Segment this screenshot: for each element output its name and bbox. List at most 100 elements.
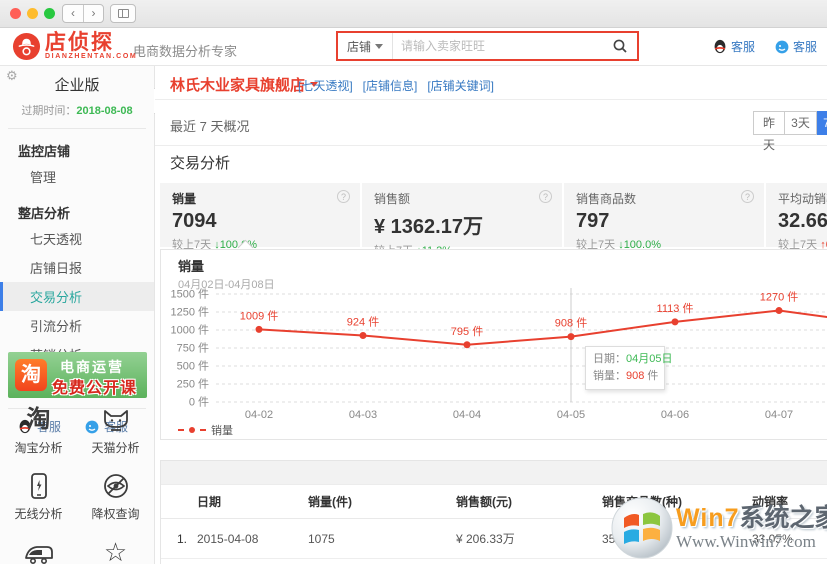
help-icon[interactable]: ? — [741, 190, 754, 203]
minimize-window-button[interactable] — [27, 8, 38, 19]
banner-line2: 免费公开课 — [52, 374, 137, 398]
link-seven-day[interactable]: [七天透视] — [298, 77, 353, 94]
stat-card-product-count[interactable]: 销售商品数 797 较上7天 ↓100.0% ? — [564, 183, 764, 247]
support-label: 客服 — [731, 38, 755, 55]
sidebar: ⚙ 企业版 过期时间：2018-08-08 监控店铺 管理 整店分析 七天透视 … — [0, 66, 155, 564]
zoom-window-button[interactable] — [44, 8, 55, 19]
sales-chart-card: 销量 04月02日-04月08日 1500 件1250 件1000 件750 件… — [160, 249, 827, 440]
tool-label: 无线分析 — [14, 505, 62, 522]
back-button[interactable]: ‹ — [63, 5, 83, 22]
x-axis-tick: 04-07 — [765, 409, 793, 421]
logo-domain: DIANZHENTAN.COM — [45, 53, 137, 60]
search-input[interactable] — [393, 33, 603, 59]
data-point[interactable] — [568, 333, 575, 340]
tool-zhitongche-promotion[interactable]: 直通车推广 — [0, 536, 77, 564]
sidebar-item-transaction-analysis[interactable]: 交易分析 — [0, 282, 154, 311]
stat-label: 销售商品数 — [576, 190, 752, 207]
tool-wireless-analysis[interactable]: 无线分析 — [0, 470, 77, 522]
chevron-down-icon — [375, 44, 383, 49]
close-window-button[interactable] — [10, 8, 21, 19]
stat-label: 平均动销率 — [778, 190, 827, 207]
legend-dot-icon — [189, 427, 195, 433]
y-axis-tick: 250 件 — [177, 378, 209, 391]
watermark: Win7系统之家 Www.Winwin7.com — [610, 496, 827, 560]
sidebar-section-monitor: 监控店铺 — [0, 129, 154, 162]
range-yesterday-button[interactable]: 昨天 — [753, 111, 785, 135]
sidebar-toggle-button[interactable] — [110, 4, 136, 23]
col-date: 日期 — [197, 493, 308, 510]
logo-title: 店侦探 — [45, 33, 137, 53]
tool-shop-dsr[interactable]: ☆ 店铺DSR — [77, 536, 154, 564]
sidebar-section-analysis: 整店分析 — [0, 191, 154, 224]
table-toolbar — [161, 461, 827, 485]
range-3day-button[interactable]: 3天 — [785, 111, 817, 135]
y-axis-tick: 750 件 — [177, 342, 209, 355]
stat-card-sales-amount[interactable]: 销售额 ¥ 1362.17万 较上7天 ↓11.2% ? — [362, 183, 562, 247]
qq-support-link[interactable]: 客服 — [713, 38, 755, 55]
data-point[interactable] — [672, 318, 679, 325]
data-point[interactable] — [464, 341, 471, 348]
legend-marker — [200, 429, 206, 431]
app-window: ‹› 店侦探 DIANZHENTAN.COM 电商数据分析专家 店铺 — [0, 0, 827, 564]
sales-line-chart[interactable]: 1500 件1250 件1000 件750 件500 件250 件0 件1009… — [161, 250, 827, 422]
search-bar: 店铺 — [336, 31, 639, 61]
taobao-icon: 淘 — [27, 404, 51, 434]
search-button[interactable] — [603, 33, 637, 59]
shop-header-bar: 林氏木业家具旗舰店 [七天透视] [店铺信息] [店铺关键词] 所有数据来自 — [155, 66, 827, 100]
tool-taobao-analysis[interactable]: 淘 淘宝分析 — [0, 404, 77, 456]
sidebar-item-daily-report[interactable]: 店铺日报 — [0, 253, 154, 282]
legend-marker — [178, 429, 184, 431]
col-amount: 销售额(元) — [456, 493, 602, 510]
shop-name-dropdown[interactable]: 林氏木业家具旗舰店 — [170, 74, 318, 95]
range-7day-button[interactable]: 7天 — [817, 111, 827, 135]
logo[interactable]: 店侦探 DIANZHENTAN.COM — [12, 32, 137, 61]
windows-logo-icon — [610, 496, 674, 560]
detective-logo-icon — [12, 32, 41, 61]
hidden-eye-icon — [102, 470, 130, 500]
search-icon — [612, 38, 628, 54]
stat-card-sell-through-rate[interactable]: 平均动销率 32.66% 较上7天 ↑0.7% — [766, 183, 827, 247]
data-point-label: 924 件 — [347, 315, 379, 328]
search-category-dropdown[interactable]: 店铺 — [338, 33, 393, 59]
help-icon[interactable]: ? — [539, 190, 552, 203]
chart-legend[interactable]: 销量 — [178, 422, 233, 438]
data-point[interactable] — [256, 326, 263, 333]
help-icon[interactable]: ? — [337, 190, 350, 203]
chart-tooltip: 日期：04月05日 销量：908 件 — [585, 346, 665, 390]
sales-line — [259, 311, 827, 345]
x-axis-tick: 04-03 — [349, 409, 377, 421]
sidebar-toggle-icon — [118, 9, 129, 18]
wangwang-support-link[interactable]: 客服 — [775, 38, 817, 55]
x-axis-tick: 04-02 — [245, 409, 273, 421]
logo-text: 店侦探 DIANZHENTAN.COM — [45, 33, 137, 60]
tool-tmall-analysis[interactable]: 天猫分析 — [77, 404, 154, 456]
tool-demotion-query[interactable]: 降权查询 — [77, 470, 154, 522]
stat-card-sales-volume[interactable]: 销量 7094 较上7天 ↓100.0% ? — [160, 183, 360, 247]
link-shop-keywords[interactable]: [店铺关键词] — [427, 77, 494, 94]
stat-value: 7094 — [172, 210, 348, 233]
taobao-course-banner[interactable]: 淘 电商运营 免费公开课 — [8, 352, 147, 398]
shop-name: 林氏木业家具旗舰店 — [170, 74, 305, 95]
cell-date: 2015-04-08 — [197, 532, 308, 546]
data-point-label: 1009 件 — [240, 309, 279, 322]
col-qty: 销量(件) — [308, 493, 456, 510]
sidebar-item-traffic-analysis[interactable]: 引流分析 — [0, 311, 154, 340]
overview-bar: 最近 7 天概况 昨天 3天 7天 — [155, 100, 827, 146]
forward-button[interactable]: › — [83, 5, 103, 22]
link-shop-info[interactable]: [店铺信息] — [363, 77, 418, 94]
tagline: 电商数据分析专家 — [133, 41, 237, 60]
tmall-cat-icon — [101, 404, 131, 434]
y-axis-tick: 1500 件 — [170, 288, 209, 301]
sidebar-item-seven-day[interactable]: 七天透视 — [0, 224, 154, 253]
gear-icon[interactable]: ⚙ — [6, 68, 18, 84]
sidebar-item-manage[interactable]: 管理 — [0, 162, 154, 191]
stat-value: 797 — [576, 210, 752, 233]
wangwang-icon — [775, 40, 789, 54]
tool-label: 降权查询 — [91, 505, 139, 522]
y-axis-tick: 500 件 — [177, 360, 209, 373]
header-support-links: 客服 客服 — [713, 38, 817, 55]
tool-grid: 淘 淘宝分析 天猫分析 — [0, 404, 155, 564]
x-axis-tick: 04-06 — [661, 409, 689, 421]
data-point[interactable] — [776, 307, 783, 314]
data-point[interactable] — [360, 332, 367, 339]
